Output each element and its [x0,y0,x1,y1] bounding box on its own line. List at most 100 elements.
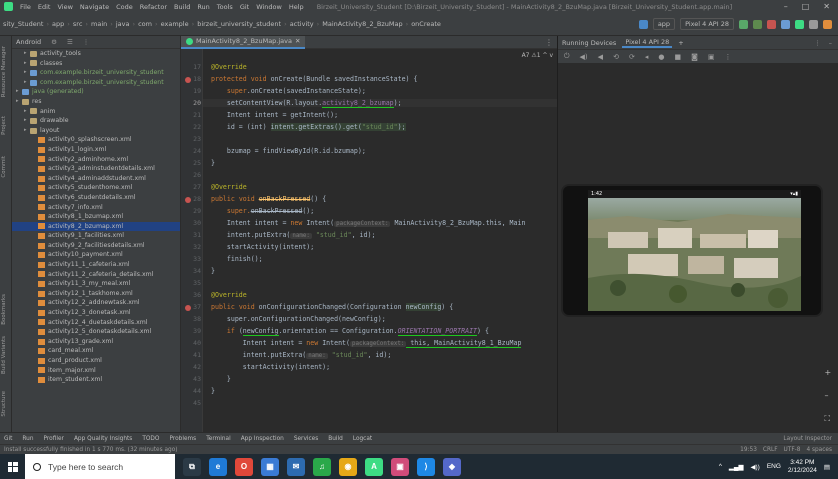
tree-item[interactable]: activity10_payment.xml [12,250,180,260]
start-button[interactable] [0,454,25,479]
rotate-left-icon[interactable]: ⟲ [613,53,619,61]
tree-item[interactable]: activity7_info.xml [12,203,180,213]
device-manager-icon[interactable] [795,19,804,29]
android-studio-taskbar-icon[interactable]: A [365,457,383,476]
tree-item[interactable]: activity13_grade.xml [12,337,180,347]
tab-project[interactable]: Project [1,116,7,135]
spotify-icon[interactable]: ♫ [313,457,331,476]
tree-item[interactable]: ▸ com.example.birzeit_university_student [12,78,180,88]
toolwin-services[interactable]: Services [294,436,318,442]
tree-item[interactable]: activity9_2_facilitiesdetails.xml [12,241,180,251]
tab-bookmarks[interactable]: Bookmarks [1,294,7,325]
inspection-widget[interactable]: A7 ⚠1 ^ v [522,52,553,59]
tree-item[interactable]: activity6_studentdetails.xml [12,193,180,203]
tree-item[interactable]: ▸ layout [12,126,180,136]
toolwin-run[interactable]: Run [22,436,33,442]
tree-item[interactable]: activity8_2_bzumap.xml [12,221,180,232]
tree-item[interactable]: item_major.xml [12,366,180,376]
app-icon[interactable]: ◆ [443,457,461,476]
collapse-icon[interactable]: ☰ [67,38,73,46]
menu-window[interactable]: Window [256,3,282,11]
mail-icon[interactable]: ✉ [287,457,305,476]
override-gutter-icon[interactable] [185,77,191,83]
tab-build-variants[interactable]: Build Variants [1,336,7,374]
toolwin-app-quality-insights[interactable]: App Quality Insights [74,436,132,442]
toolwin-profiler[interactable]: Profiler [44,436,64,442]
tree-item[interactable]: activity9_1_facilities.xml [12,231,180,241]
tree-item[interactable]: activity1_login.xml [12,145,180,155]
tab-device-pixel4[interactable]: Pixel 4 API 28 [622,38,673,48]
tree-item[interactable]: activity12_1_taskhome.xml [12,289,180,299]
search-everywhere-icon[interactable] [809,19,818,29]
toolwin-layout-inspector[interactable]: Layout Inspector [783,436,838,442]
breadcrumb-java[interactable]: java [116,20,130,28]
menu-tools[interactable]: Tools [217,3,233,11]
toolwin-todo[interactable]: TODO [142,436,159,442]
toolwin-git[interactable]: Git [4,436,12,442]
toolwin-app-inspection[interactable]: App Inspection [241,436,284,442]
breadcrumb-class[interactable]: MainActivity8_2_BzuMap [322,20,402,28]
breadcrumb-package[interactable]: birzeit_university_student [197,20,281,28]
opera-icon[interactable]: O [235,457,253,476]
run-config-select[interactable]: app [652,18,676,30]
device-select[interactable]: Pixel 4 API 28 [680,18,734,30]
tree-item[interactable]: ▸ drawable [12,116,180,126]
notification-icon[interactable]: ▤ [824,463,830,471]
snapshot-icon[interactable]: ▣ [708,53,715,61]
tree-item[interactable]: ▸ res [12,97,180,107]
gear-icon[interactable]: ⚙ [51,38,57,46]
overview-icon[interactable]: ■ [674,53,681,61]
tree-item[interactable]: activity12_2_addnewtask.xml [12,298,180,308]
menu-code[interactable]: Code [116,3,133,11]
indent-setting[interactable]: 4 spaces [806,447,832,453]
tab-resource-manager[interactable]: Resource Manager [1,46,7,97]
tab-commit[interactable]: Commit [1,156,7,178]
minimize-icon[interactable]: – [784,2,788,11]
volume-down-icon[interactable]: ◀ [598,53,603,61]
taskbar-search[interactable] [25,454,175,479]
override-gutter-icon[interactable] [185,305,191,311]
tree-item[interactable]: ▸ java (generated) [12,87,180,97]
vscode-icon[interactable]: ⟩ [417,457,435,476]
add-device-icon[interactable]: + [678,39,683,47]
chrome-icon[interactable]: ◉ [339,457,357,476]
menu-refactor[interactable]: Refactor [140,3,167,11]
menu-build[interactable]: Build [174,3,190,11]
home-icon[interactable]: ● [658,53,664,61]
sync-icon[interactable] [781,19,790,29]
rotate-right-icon[interactable]: ⟳ [629,53,635,61]
fit-screen-icon[interactable]: ⛶ [824,414,832,424]
code-editor[interactable]: A7 ⚠1 ^ v @Override protected void onCre… [203,49,557,432]
run-icon[interactable] [739,19,748,29]
tree-item[interactable]: activity0_splashscreen.xml [12,135,180,145]
task-view-icon[interactable]: ⧉ [183,457,201,476]
tree-item[interactable]: item_student.xml [12,375,180,385]
tree-item[interactable]: activity5_studenthome.xml [12,183,180,193]
phone-screen[interactable]: 1:42 ▾▴▮ [588,190,801,311]
minus-icon[interactable]: – [824,391,832,400]
tree-item[interactable]: ▸ activity_tools [12,49,180,59]
tree-item[interactable]: activity8_1_bzumap.xml [12,212,180,222]
more-icon[interactable]: ⋮ [545,38,557,47]
toolwin-build[interactable]: Build [328,436,343,442]
breadcrumb-app[interactable]: app [52,20,64,28]
stop-icon[interactable] [767,19,776,29]
menu-run[interactable]: Run [197,3,209,11]
tree-item[interactable]: activity11_1_cafeteria.xml [12,260,180,270]
tree-item[interactable]: activity12_3_donetask.xml [12,308,180,318]
breadcrumb-com[interactable]: com [138,20,152,28]
hammer-icon[interactable] [638,19,648,29]
power-icon[interactable]: ⏻ [564,52,570,61]
menu-file[interactable]: File [20,3,31,11]
more-icon[interactable]: ⋮ [724,53,731,61]
menu-help[interactable]: Help [289,3,304,11]
toolwin-problems[interactable]: Problems [169,436,196,442]
photos-icon[interactable]: ▣ [391,457,409,476]
file-encoding[interactable]: UTF-8 [784,447,801,453]
breadcrumb-method[interactable]: onCreate [411,20,441,28]
taskbar-search-input[interactable] [48,461,168,472]
more-icon[interactable]: ⋮ [83,38,90,46]
add-icon[interactable]: + [824,368,832,377]
volume-up-icon[interactable]: ◀) [580,53,588,61]
tab-structure[interactable]: Structure [1,391,7,417]
